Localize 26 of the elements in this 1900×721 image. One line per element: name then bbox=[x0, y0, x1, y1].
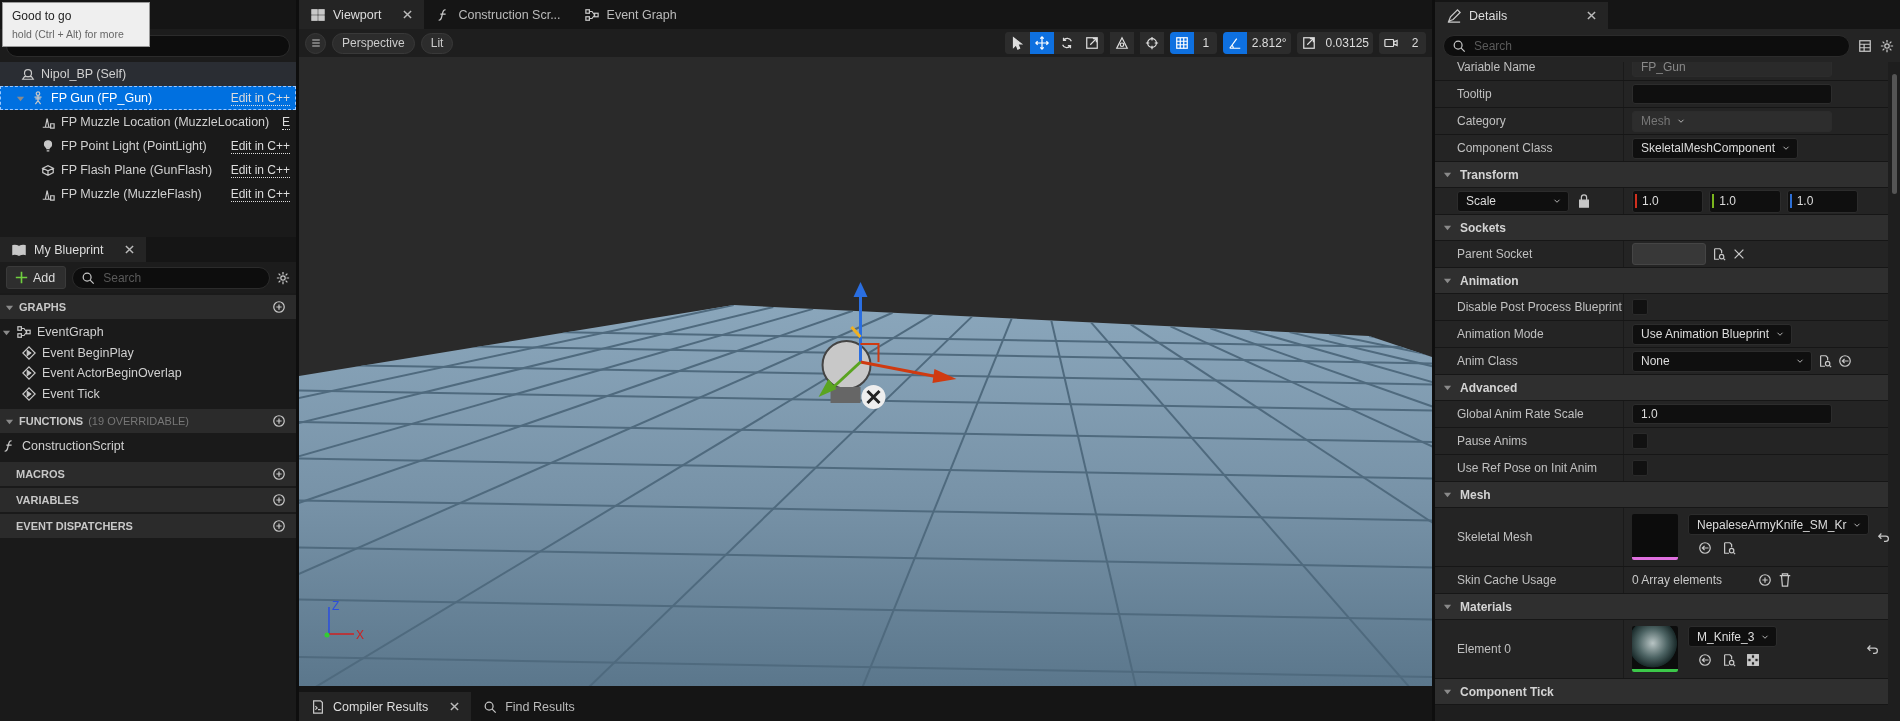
property-label: Disable Post Process Blueprint bbox=[1457, 300, 1622, 314]
component-label: FP Point Light (PointLight) bbox=[61, 139, 207, 153]
property-label: Skin Cache Usage bbox=[1457, 573, 1557, 587]
property-label: Category bbox=[1457, 114, 1506, 128]
property-label: Element 0 bbox=[1457, 642, 1512, 656]
axis-label: Z bbox=[331, 599, 340, 613]
overridable-count: (19 OVERRIDABLE) bbox=[88, 415, 190, 427]
property-label: Anim Class bbox=[1457, 354, 1518, 368]
axis-label: X bbox=[355, 628, 364, 642]
property-label: Tooltip bbox=[1457, 87, 1492, 101]
property-label: Skeletal Mesh bbox=[1457, 530, 1533, 544]
component-label: Nipol_BP (Self) bbox=[41, 67, 127, 81]
property-label: Global Anim Rate Scale bbox=[1457, 407, 1584, 421]
component-label: FP Muzzle (MuzzleFlash) bbox=[61, 187, 202, 201]
property-label: Variable Name bbox=[1457, 62, 1536, 74]
tooltip-hint: hold (Ctrl + Alt) for more bbox=[12, 28, 125, 40]
property-label: Animation Mode bbox=[1457, 327, 1544, 341]
component-label: FP Muzzle Location (MuzzleLocation) bbox=[61, 115, 270, 129]
component-label: FP Gun (FP_Gun) bbox=[51, 91, 153, 105]
array-count: 0 Array elements bbox=[1632, 573, 1723, 587]
tooltip-title: Good to go bbox=[12, 9, 73, 23]
property-label: Pause Anims bbox=[1457, 434, 1528, 448]
property-label: Component Class bbox=[1457, 141, 1553, 155]
component-label: FP Flash Plane (GunFlash) bbox=[61, 163, 213, 177]
property-label: Parent Socket bbox=[1457, 247, 1533, 261]
property-label: Use Ref Pose on Init Anim bbox=[1457, 461, 1598, 475]
